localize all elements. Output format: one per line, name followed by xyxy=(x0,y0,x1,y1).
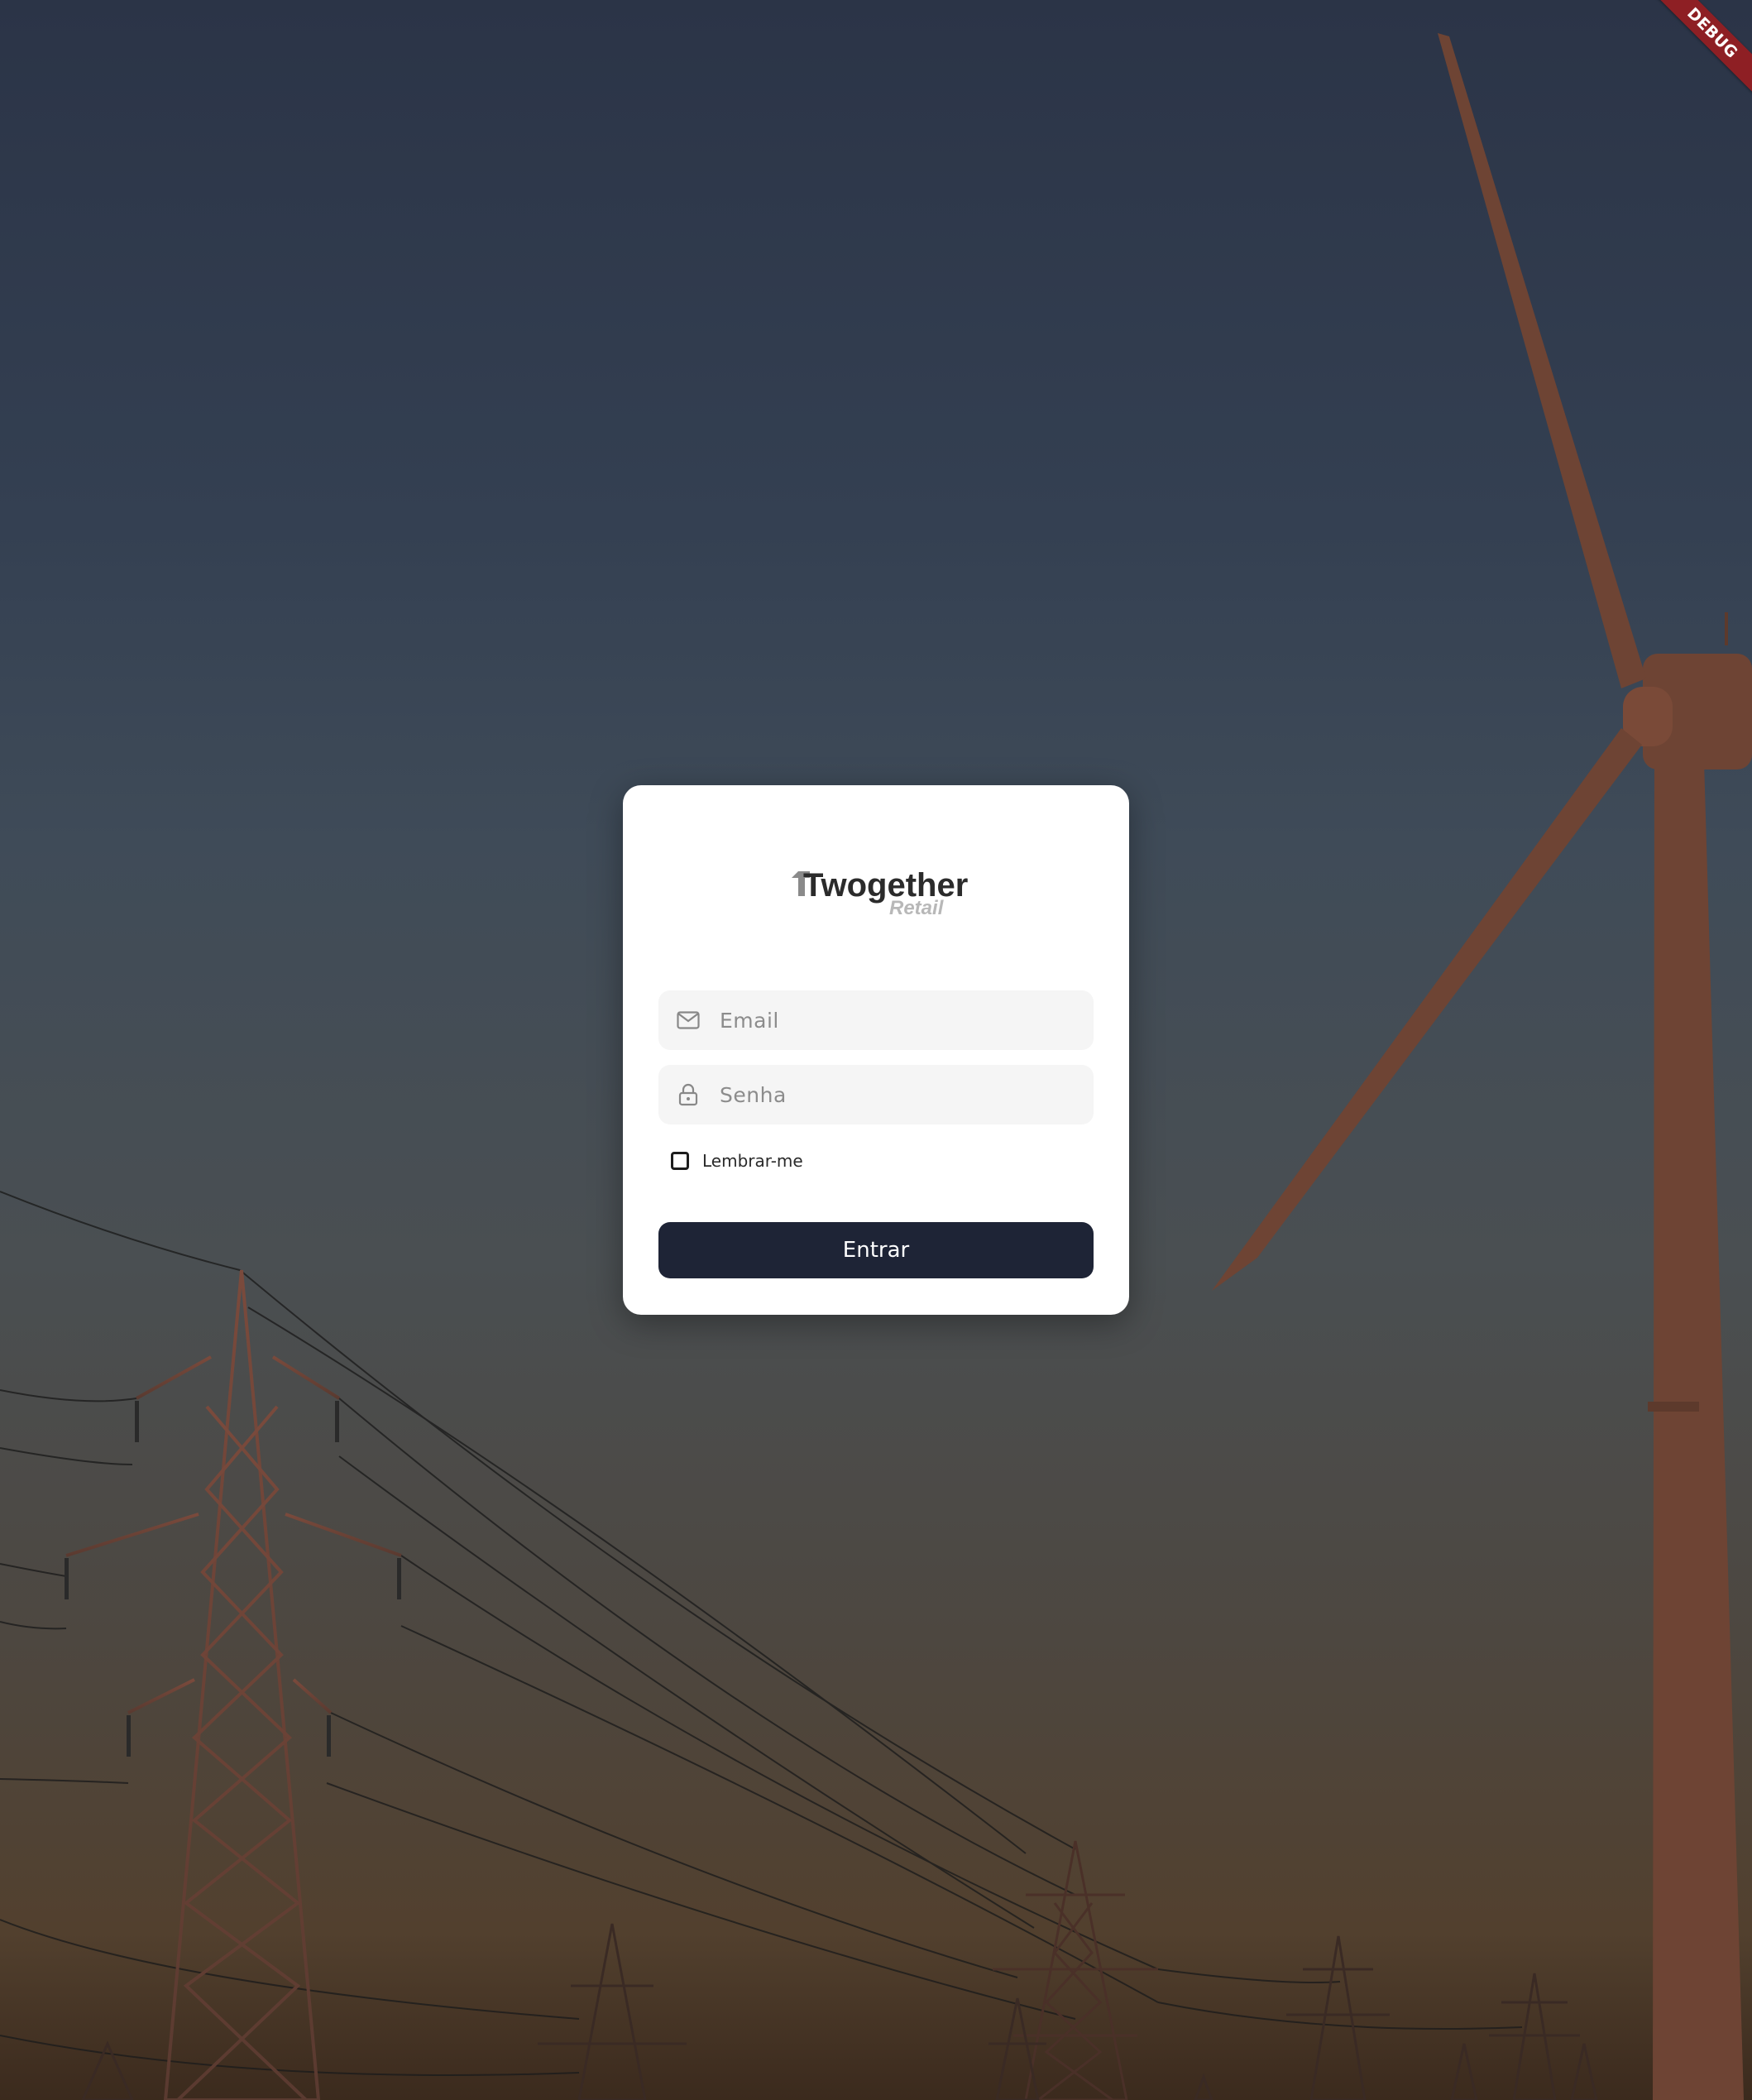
remember-me-toggle[interactable]: Lembrar-me xyxy=(671,1151,803,1171)
transmission-tower-mid xyxy=(993,1840,1158,2100)
email-field[interactable] xyxy=(658,990,1094,1050)
wind-turbine xyxy=(1212,33,1752,2100)
transmission-tower-large xyxy=(65,1269,402,2100)
brand-logo: Twogether Retail xyxy=(792,867,968,918)
remember-me-label: Lembrar-me xyxy=(702,1151,803,1171)
password-field[interactable] xyxy=(658,1065,1094,1124)
debug-banner: DEBUG xyxy=(1653,0,1752,99)
remember-me-checkbox[interactable] xyxy=(671,1152,689,1170)
login-screen: DEBUG Twogether Retail Email Lembrar-me … xyxy=(0,0,1752,2100)
logo-brand-text: Twogether xyxy=(803,867,968,904)
insulators-large-tower xyxy=(65,1401,401,1757)
login-card: Twogether Retail Email Lembrar-me Entrar xyxy=(623,785,1129,1315)
login-button[interactable]: Entrar xyxy=(658,1222,1094,1278)
debug-banner-label: DEBUG xyxy=(1653,0,1752,95)
email-input[interactable] xyxy=(718,1007,1069,1033)
lock-icon xyxy=(675,1081,701,1108)
power-lines xyxy=(0,1191,1523,2076)
password-input[interactable] xyxy=(718,1081,1069,1108)
mail-icon xyxy=(675,1007,701,1033)
logo-sub-text: Retail xyxy=(889,897,945,918)
